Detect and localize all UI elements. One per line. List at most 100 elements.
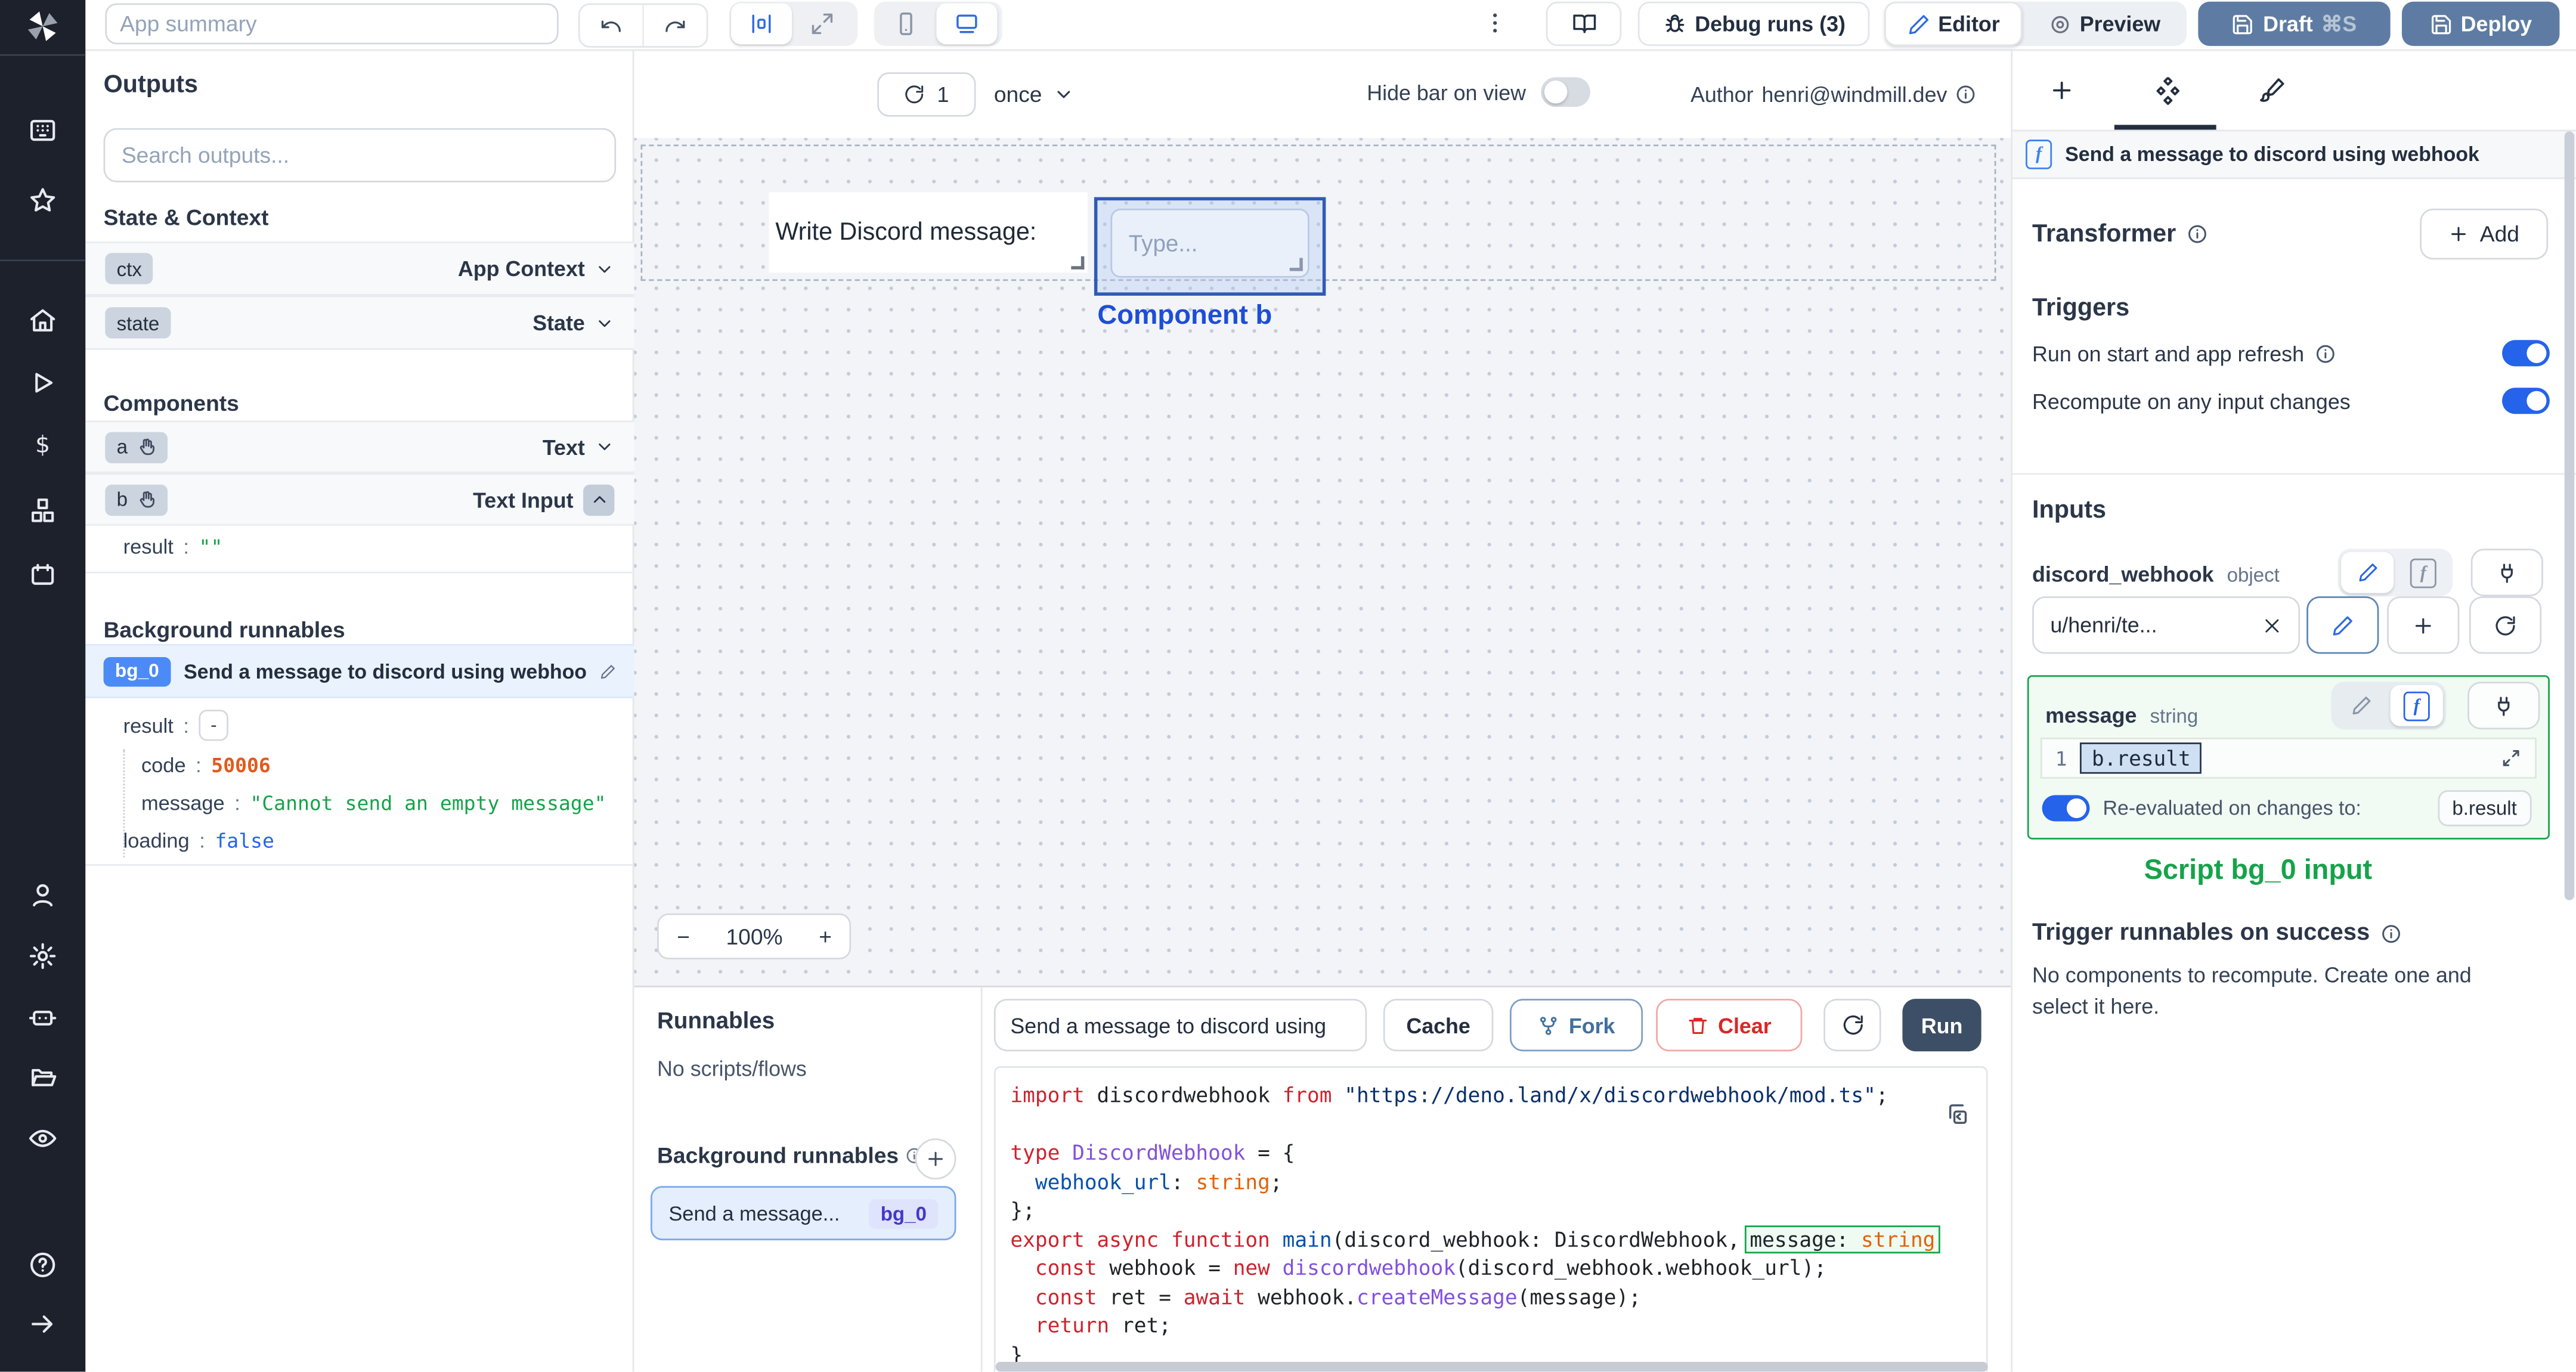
collapse-sidebar-arrow-icon[interactable] <box>0 1309 85 1339</box>
recompute-row: Recompute on any input changes <box>2032 388 2550 414</box>
resize-handle[interactable] <box>1071 256 1085 270</box>
workspace-grid-icon[interactable] <box>0 115 85 145</box>
output-row-component-a[interactable]: a Text <box>85 420 634 473</box>
add-resource-button[interactable] <box>2387 596 2460 654</box>
output-row-state[interactable]: state State <box>85 295 634 350</box>
app-canvas[interactable]: Write Discord message: Type... Component… <box>634 138 2011 986</box>
folders-icon[interactable] <box>0 1063 85 1093</box>
home-icon[interactable] <box>0 305 85 335</box>
runnable-label: Send a message... <box>668 1201 840 1225</box>
reeval-toggle[interactable] <box>2042 795 2090 822</box>
edit-pencil-icon[interactable] <box>600 663 617 680</box>
settings-gear-icon[interactable] <box>0 941 85 971</box>
tab-preview[interactable]: Preview <box>2023 2 2187 46</box>
output-row-component-b[interactable]: b Text Input <box>85 473 634 526</box>
chevron-down-icon[interactable] <box>595 437 614 457</box>
clear-button[interactable]: Clear <box>1656 999 1803 1052</box>
recompute-label: Recompute on any input changes <box>2032 388 2351 413</box>
hide-bar-toggle[interactable] <box>1540 77 1590 107</box>
selected-component-b[interactable]: Type... <box>1094 197 1326 296</box>
component-settings-tab-diamonds-icon[interactable] <box>2154 77 2182 105</box>
fork-button[interactable]: Fork <box>1509 999 1643 1052</box>
styling-tab-paintbrush-icon[interactable] <box>2259 77 2285 103</box>
runs-play-icon[interactable] <box>0 368 85 398</box>
interval-dropdown[interactable]: once <box>994 72 1075 116</box>
centered-layout-icon[interactable] <box>731 3 792 45</box>
panel-scrollbar[interactable] <box>2564 131 2575 900</box>
zoom-out-button[interactable]: − <box>659 924 708 949</box>
cache-button[interactable]: Cache <box>1383 999 1494 1052</box>
connect-plug-icon[interactable] <box>2470 549 2543 597</box>
text-input-component[interactable]: Type... <box>1110 208 1309 278</box>
zoom-in-button[interactable]: + <box>801 924 850 949</box>
info-icon[interactable] <box>1955 84 1977 106</box>
reeval-target-badge[interactable]: b.result <box>2437 790 2532 826</box>
static-mode-pencil-icon[interactable] <box>2334 685 2387 726</box>
debug-runs-label: Debug runs (3) <box>1695 11 1846 36</box>
chevron-up-icon[interactable] <box>583 484 615 515</box>
eval-mode-function-icon[interactable]: f <box>2397 552 2450 593</box>
collapse-button[interactable]: - <box>199 710 229 741</box>
save-icon <box>2233 14 2253 34</box>
desktop-device-icon[interactable] <box>936 3 998 45</box>
deploy-button[interactable]: Deploy <box>2401 1 2560 47</box>
code-content[interactable]: import discordwebhook from "https://deno… <box>1010 1081 1986 1368</box>
runnable-title: Send a message to discord using webhook <box>2065 143 2479 166</box>
favorites-star-icon[interactable] <box>0 185 85 215</box>
debug-runs-button[interactable]: Debug runs (3) <box>1637 1 1870 47</box>
output-row-ctx[interactable]: ctx App Context <box>85 241 634 296</box>
connect-plug-icon[interactable] <box>2467 682 2540 730</box>
info-icon[interactable] <box>2380 922 2401 944</box>
recompute-toggle[interactable] <box>2502 388 2550 414</box>
run-on-start-toggle[interactable] <box>2502 340 2550 367</box>
insert-component-tab-plus-icon[interactable] <box>2049 77 2075 103</box>
tab-editor[interactable]: Editor <box>1884 1 2023 47</box>
chevron-down-icon[interactable] <box>595 313 614 333</box>
clear-x-icon[interactable] <box>2262 615 2282 635</box>
expand-icon[interactable] <box>2500 748 2522 769</box>
message-expression-value[interactable]: b.result <box>2080 742 2203 774</box>
text-component-a[interactable]: Write Discord message: <box>769 192 1088 273</box>
eval-mode-function-icon[interactable]: f <box>2390 685 2443 726</box>
info-icon[interactable] <box>2314 342 2336 364</box>
schedules-calendar-icon[interactable] <box>0 560 85 590</box>
mobile-device-icon[interactable] <box>875 4 936 45</box>
copy-to-clipboard-icon[interactable] <box>1945 1102 1970 1127</box>
run-button[interactable]: Run <box>1902 999 1981 1052</box>
draft-button[interactable]: Draft ⌘S <box>2198 1 2391 47</box>
refresh-resource-button[interactable] <box>2469 596 2542 654</box>
audit-eye-icon[interactable] <box>0 1123 85 1153</box>
info-icon[interactable] <box>2186 224 2207 245</box>
help-icon[interactable] <box>0 1250 85 1280</box>
settings-panel: f Send a message to discord using webhoo… <box>2011 49 2576 1372</box>
redo-button[interactable] <box>644 5 707 46</box>
resources-cubes-icon[interactable] <box>0 496 85 526</box>
static-mode-pencil-icon[interactable] <box>2341 552 2394 593</box>
refresh-button[interactable] <box>1823 999 1881 1052</box>
fullscreen-expand-icon[interactable] <box>792 4 853 45</box>
script-name-input[interactable] <box>993 999 1367 1052</box>
add-background-runnable-button[interactable] <box>915 1138 956 1180</box>
chevron-down-icon[interactable] <box>595 259 614 278</box>
docs-book-button[interactable] <box>1546 1 1622 47</box>
add-transformer-button[interactable]: Add <box>2420 208 2549 260</box>
undo-button[interactable] <box>580 5 644 47</box>
windmill-logo-icon[interactable] <box>0 7 85 46</box>
resize-handle[interactable] <box>1289 258 1303 271</box>
refresh-icon <box>1843 1015 1862 1035</box>
bg0-runnable-item[interactable]: Send a message... bg_0 <box>651 1186 956 1241</box>
more-options-kebab-icon[interactable] <box>1482 8 1508 43</box>
variables-dollar-icon[interactable]: $ <box>0 431 85 460</box>
workers-robot-icon[interactable] <box>0 1002 85 1032</box>
horizontal-scrollbar[interactable] <box>995 1361 1988 1372</box>
search-outputs-input[interactable] <box>103 128 617 182</box>
editor-label: Editor <box>1938 11 2000 36</box>
message-expression-editor[interactable]: 1 b.result <box>2040 738 2537 779</box>
user-icon[interactable] <box>0 881 85 910</box>
edit-resource-pencil-button[interactable] <box>2306 596 2379 654</box>
bg0-row[interactable]: bg_0 Send a message to discord using web… <box>85 643 634 698</box>
code-editor[interactable]: import discordwebhook from "https://deno… <box>993 1066 1988 1372</box>
discord-webhook-resource-input[interactable]: u/henri/te... <box>2032 596 2301 654</box>
app-summary-input[interactable] <box>105 3 559 45</box>
refresh-count-control[interactable]: 1 <box>877 72 976 117</box>
